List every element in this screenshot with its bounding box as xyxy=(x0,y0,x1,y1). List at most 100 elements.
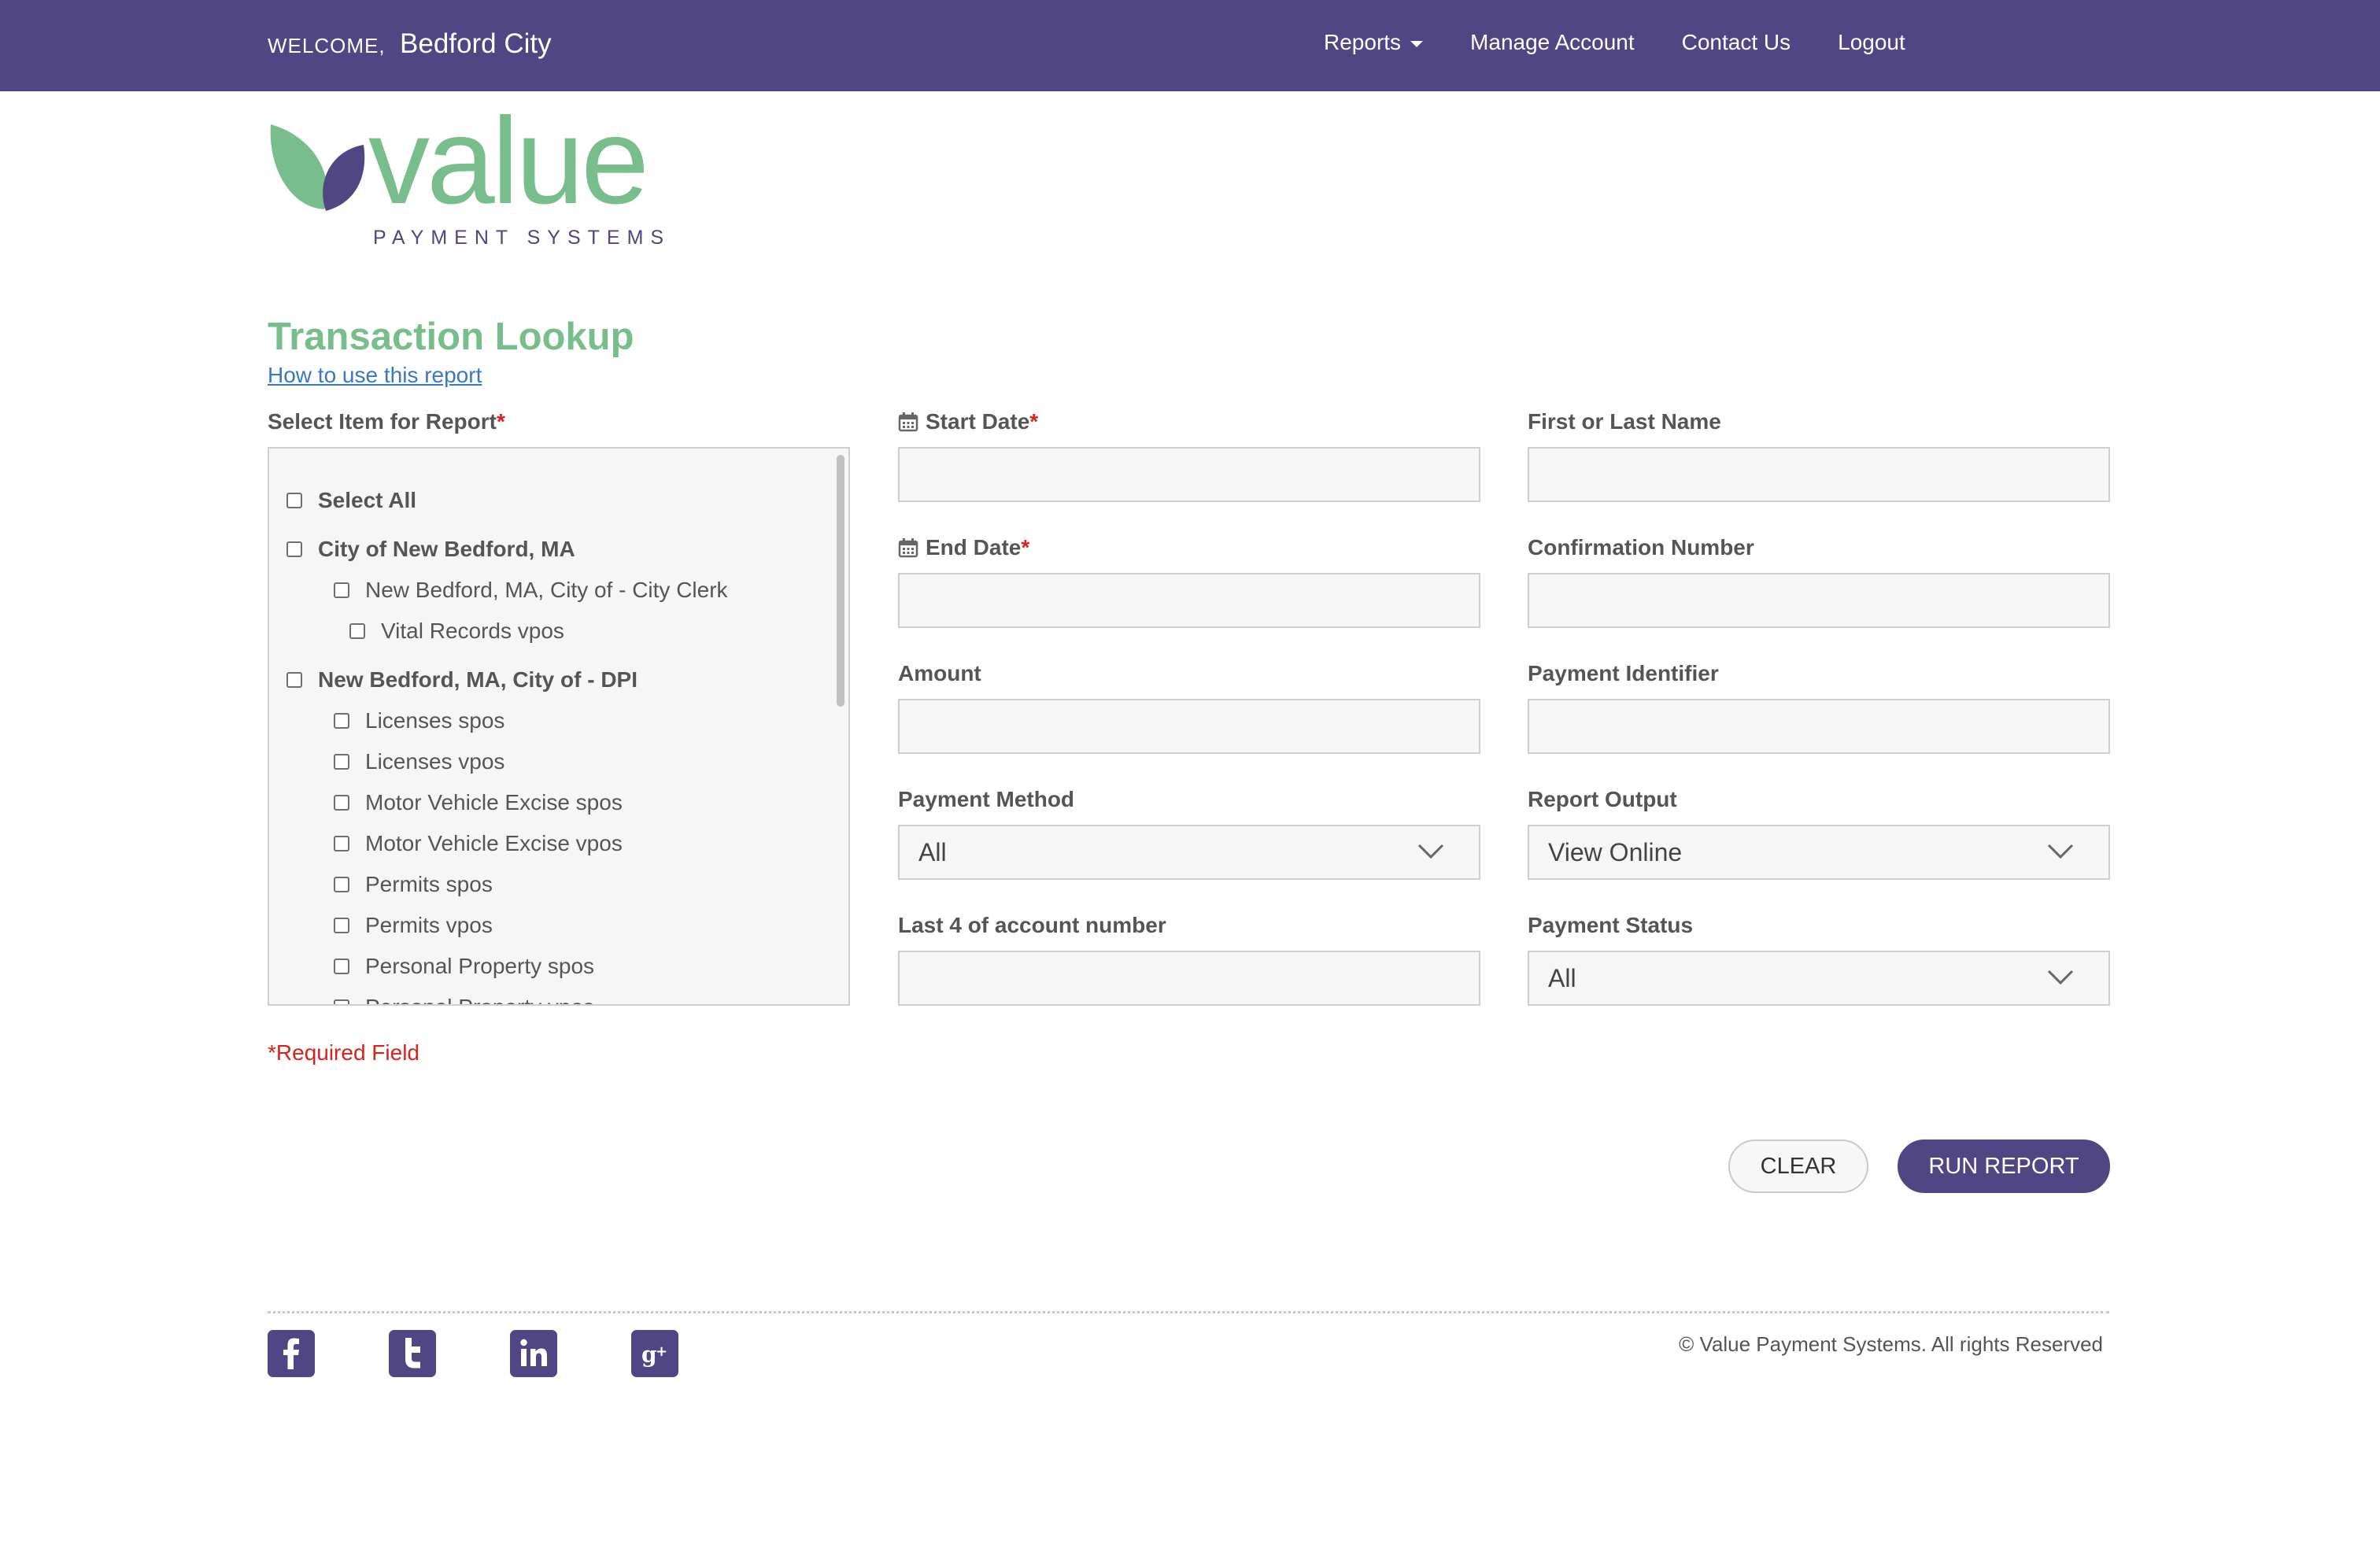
select-item-label: Select Item for Report * xyxy=(268,409,505,434)
report-output-label: Report Output xyxy=(1528,787,1677,811)
calendar-icon xyxy=(898,538,918,558)
end-date-label-text: End Date xyxy=(926,535,1022,560)
checkbox[interactable] xyxy=(334,582,349,598)
checkbox-label: Motor Vehicle Excise vpos xyxy=(365,831,623,855)
chevron-down-icon xyxy=(2047,844,2074,859)
chevron-down-icon xyxy=(2047,970,2074,985)
checkbox[interactable] xyxy=(349,623,365,639)
checkbox[interactable] xyxy=(334,999,349,1004)
checkbox-label: Personal Property spos xyxy=(365,954,595,978)
value-payment-systems-logo[interactable]: value PAYMENT SYSTEMS xyxy=(268,93,677,253)
scrollbar-thumb[interactable] xyxy=(837,455,844,707)
checkbox-label: New Bedford, MA, City of - DPI xyxy=(318,667,638,692)
checkbox[interactable] xyxy=(334,754,349,770)
end-date-input[interactable] xyxy=(898,573,1480,628)
nav-manage-account[interactable]: Manage Account xyxy=(1470,30,1635,55)
user-name: Bedford City xyxy=(400,28,552,59)
svg-text:+: + xyxy=(656,1343,667,1360)
nav-reports-label: Reports xyxy=(1324,30,1402,54)
payment-method-select[interactable]: All xyxy=(898,825,1480,880)
name-input[interactable] xyxy=(1528,447,2110,502)
leaf-logo-icon xyxy=(270,124,365,211)
google-plus-icon[interactable]: g + xyxy=(631,1330,678,1377)
checkbox-label: Vital Records vpos xyxy=(381,619,564,643)
checkbox[interactable] xyxy=(286,493,302,508)
copyright-text: © Value Payment Systems. All rights Rese… xyxy=(1679,1332,2103,1356)
item-list-scrollbar[interactable] xyxy=(834,455,845,998)
main-nav: Reports Manage Account Contact Us Logout xyxy=(1324,30,1905,55)
checkbox-licenses-spos[interactable]: Licenses spos xyxy=(334,708,504,733)
payment-status-label: Payment Status xyxy=(1528,913,1694,937)
checkbox[interactable] xyxy=(334,959,349,974)
chevron-down-icon xyxy=(1417,844,1444,859)
checkbox[interactable] xyxy=(334,836,349,851)
checkbox-permits-vpos[interactable]: Permits vpos xyxy=(334,913,493,938)
caret-down-icon xyxy=(1410,40,1424,47)
payment-method-selected: All xyxy=(918,837,947,866)
name-label: First or Last Name xyxy=(1528,409,1721,434)
welcome-message: WELCOME, Bedford City xyxy=(268,28,552,60)
payment-status-select[interactable]: All xyxy=(1528,951,2110,1006)
checkbox-personal-property-vpos[interactable]: Personal Property vpos xyxy=(334,995,594,1004)
required-field-note: *Required Field xyxy=(268,1040,419,1065)
select-item-label-text: Select Item for Report xyxy=(268,409,497,434)
amount-input[interactable] xyxy=(898,699,1480,754)
checkbox-label: New Bedford, MA, City of - City Clerk xyxy=(365,578,728,602)
checkbox[interactable] xyxy=(334,713,349,729)
nav-contact-us[interactable]: Contact Us xyxy=(1682,30,1791,55)
checkbox-label: Licenses spos xyxy=(365,708,505,733)
top-nav-bar: WELCOME, Bedford City Reports Manage Acc… xyxy=(0,0,2380,91)
twitter-icon[interactable] xyxy=(389,1330,436,1377)
payment-status-selected: All xyxy=(1548,963,1576,992)
checkbox[interactable] xyxy=(286,672,302,688)
checkbox-motor-vehicle-excise-vpos[interactable]: Motor Vehicle Excise vpos xyxy=(334,831,623,856)
checkbox-label: Motor Vehicle Excise spos xyxy=(365,790,623,814)
confirmation-number-input[interactable] xyxy=(1528,573,2110,628)
logo-tagline: PAYMENT SYSTEMS xyxy=(373,227,671,249)
last4-input[interactable] xyxy=(898,951,1480,1006)
last4-label: Last 4 of account number xyxy=(898,913,1166,937)
facebook-icon[interactable] xyxy=(268,1330,315,1377)
checkbox[interactable] xyxy=(334,877,349,892)
checkbox-select-all[interactable]: Select All xyxy=(286,488,416,513)
checkbox-dpi[interactable]: New Bedford, MA, City of - DPI xyxy=(286,667,638,693)
checkbox-motor-vehicle-excise-spos[interactable]: Motor Vehicle Excise spos xyxy=(334,790,623,815)
checkbox[interactable] xyxy=(334,918,349,933)
page-title: Transaction Lookup xyxy=(268,316,634,358)
help-link[interactable]: How to use this report xyxy=(268,363,482,388)
required-asterisk: * xyxy=(1021,535,1030,560)
linkedin-icon[interactable] xyxy=(510,1330,557,1377)
required-asterisk: * xyxy=(1029,409,1039,434)
checkbox-permits-spos[interactable]: Permits spos xyxy=(334,872,493,897)
checkbox-city-clerk[interactable]: New Bedford, MA, City of - City Clerk xyxy=(334,578,728,603)
checkbox[interactable] xyxy=(286,541,302,557)
item-checkbox-list[interactable]: Select All City of New Bedford, MA New B… xyxy=(268,447,850,1006)
checkbox-label: Permits vpos xyxy=(365,913,493,937)
checkbox-licenses-vpos[interactable]: Licenses vpos xyxy=(334,749,504,774)
payment-method-label: Payment Method xyxy=(898,787,1075,811)
payment-identifier-label: Payment Identifier xyxy=(1528,661,1719,685)
nav-logout[interactable]: Logout xyxy=(1838,30,1905,55)
report-output-selected: View Online xyxy=(1548,837,1683,866)
checkbox-vital-records-vpos[interactable]: Vital Records vpos xyxy=(349,619,564,644)
welcome-label: WELCOME, xyxy=(268,34,386,57)
footer-divider xyxy=(268,1311,2109,1313)
checkbox-label: Permits spos xyxy=(365,872,493,896)
amount-label: Amount xyxy=(898,661,981,685)
confirmation-number-label: Confirmation Number xyxy=(1528,535,1754,560)
start-date-label: Start Date * xyxy=(898,409,1038,434)
checkbox-city-of-new-bedford[interactable]: City of New Bedford, MA xyxy=(286,537,575,562)
start-date-label-text: Start Date xyxy=(926,409,1030,434)
start-date-input[interactable] xyxy=(898,447,1480,502)
run-report-button[interactable]: RUN REPORT xyxy=(1898,1140,2110,1193)
svg-text:g: g xyxy=(641,1342,657,1368)
checkbox[interactable] xyxy=(334,795,349,811)
checkbox-personal-property-spos[interactable]: Personal Property spos xyxy=(334,954,594,979)
end-date-label: End Date * xyxy=(898,535,1029,560)
nav-reports-dropdown[interactable]: Reports xyxy=(1324,30,1424,55)
clear-button[interactable]: CLEAR xyxy=(1728,1140,1868,1193)
payment-identifier-input[interactable] xyxy=(1528,699,2110,754)
report-output-select[interactable]: View Online xyxy=(1528,825,2110,880)
checkbox-label: City of New Bedford, MA xyxy=(318,537,575,561)
checkbox-label: Personal Property vpos xyxy=(365,995,594,1004)
